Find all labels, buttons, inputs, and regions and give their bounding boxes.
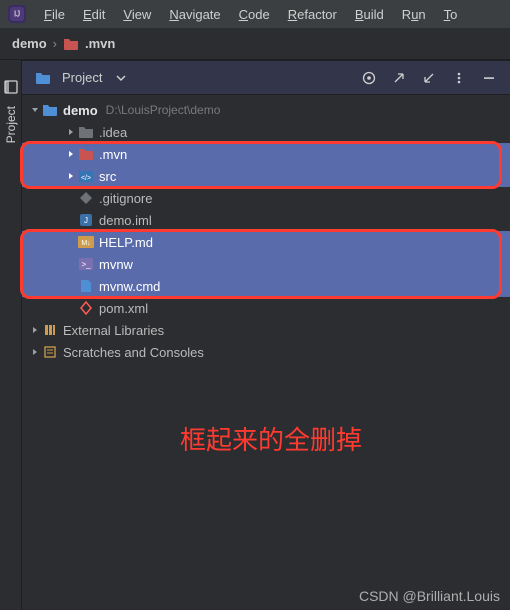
project-tool-label[interactable]: Project xyxy=(4,106,18,143)
panel-header: Project xyxy=(22,61,510,95)
tree-row[interactable]: </> src xyxy=(22,165,510,187)
tree-item-label: .mvn xyxy=(99,147,127,162)
tree-row[interactable]: M↓ HELP.md xyxy=(22,231,510,253)
pom-icon xyxy=(78,301,94,315)
tree-row[interactable]: .mvn xyxy=(22,143,510,165)
tree-item-label: mvnw.cmd xyxy=(99,279,160,294)
tree-row[interactable]: demo D:\LouisProject\demo xyxy=(22,99,510,121)
tree-item-label: pom.xml xyxy=(99,301,148,316)
tree-item-label: .gitignore xyxy=(99,191,152,206)
breadcrumb-current[interactable]: .mvn xyxy=(85,36,115,51)
tree-item-label: src xyxy=(99,169,116,184)
tree-item-label: Scratches and Consoles xyxy=(63,345,204,360)
svg-text:</>: </> xyxy=(81,175,91,182)
app-icon: IJ xyxy=(8,5,26,23)
menu-item[interactable]: Build xyxy=(355,7,384,22)
libraries-icon xyxy=(42,323,58,337)
tree-row[interactable]: External Libraries xyxy=(22,319,510,341)
disclosure-arrow[interactable] xyxy=(64,125,78,139)
tree-item-label: HELP.md xyxy=(99,235,153,250)
disclosure-arrow[interactable] xyxy=(64,169,78,183)
tree-row[interactable]: Jdemo.iml xyxy=(22,209,510,231)
collapse-all-icon[interactable] xyxy=(418,67,440,89)
svg-text:IJ: IJ xyxy=(14,10,20,19)
breadcrumb-separator: › xyxy=(53,36,57,51)
tree-item-label: External Libraries xyxy=(63,323,164,338)
project-view-icon[interactable] xyxy=(32,67,54,89)
terminal-icon: >_ xyxy=(78,257,94,271)
tree-row[interactable]: .gitignore xyxy=(22,187,510,209)
project-tool-icon[interactable] xyxy=(4,80,18,94)
iml-icon: J xyxy=(78,213,94,227)
breadcrumb: demo › .mvn xyxy=(0,28,510,60)
disclosure-arrow[interactable] xyxy=(64,147,78,161)
file-blue-icon xyxy=(78,279,94,293)
tree-row[interactable]: pom.xml xyxy=(22,297,510,319)
folder-red-icon xyxy=(78,147,94,161)
view-chooser-dropdown[interactable] xyxy=(110,67,132,89)
tree-item-label: demo xyxy=(63,103,98,118)
md-icon: M↓ xyxy=(78,235,94,249)
hide-panel-icon[interactable] xyxy=(478,67,500,89)
menu-item[interactable]: Edit xyxy=(83,7,105,22)
folder-dark-icon xyxy=(78,125,94,139)
disclosure-arrow[interactable] xyxy=(64,235,78,249)
disclosure-arrow[interactable] xyxy=(28,103,42,117)
disclosure-arrow[interactable] xyxy=(64,301,78,315)
tree-row[interactable]: >_ mvnw xyxy=(22,253,510,275)
disclosure-arrow[interactable] xyxy=(64,257,78,271)
panel-title: Project xyxy=(62,70,102,85)
breadcrumb-root[interactable]: demo xyxy=(12,36,47,51)
gitignore-icon xyxy=(78,191,94,205)
tree-item-label: mvnw xyxy=(99,257,133,272)
folder-icon xyxy=(63,37,79,51)
menubar: IJ File Edit View Navigate Code Refactor Build… xyxy=(0,0,510,28)
watermark: CSDN @Brilliant.Louis xyxy=(359,588,500,604)
annotation-text: 框起来的全删掉 xyxy=(180,420,362,457)
menu-item[interactable]: To xyxy=(444,7,458,22)
src-folder-icon: </> xyxy=(78,169,94,183)
expand-all-icon[interactable] xyxy=(388,67,410,89)
svg-text:J: J xyxy=(84,216,88,225)
menu-item[interactable]: Run xyxy=(402,7,426,22)
tool-window-bar: Project xyxy=(0,60,22,610)
project-panel: Project demoD:\LouisProject\demo.idea.mv xyxy=(22,60,510,610)
svg-text:>_: >_ xyxy=(81,260,91,269)
svg-text:M↓: M↓ xyxy=(81,240,90,247)
disclosure-arrow[interactable] xyxy=(28,345,42,359)
select-opened-file-icon[interactable] xyxy=(358,67,380,89)
panel-options-icon[interactable] xyxy=(448,67,470,89)
tree-item-label: .idea xyxy=(99,125,127,140)
tree-item-hint: D:\LouisProject\demo xyxy=(106,103,221,117)
tree-row[interactable]: Scratches and Consoles xyxy=(22,341,510,363)
project-tree[interactable]: demo D:\LouisProject\demo .idea .mvn </> src.… xyxy=(22,95,510,610)
scratches-icon xyxy=(42,345,58,359)
menu-item[interactable]: File xyxy=(44,7,65,22)
tree-item-label: demo.iml xyxy=(99,213,152,228)
tree-row[interactable]: .idea xyxy=(22,121,510,143)
disclosure-arrow[interactable] xyxy=(64,279,78,293)
disclosure-arrow[interactable] xyxy=(28,323,42,337)
module-folder-icon xyxy=(42,103,58,117)
menu-item[interactable]: Navigate xyxy=(169,7,220,22)
menu-item[interactable]: Code xyxy=(239,7,270,22)
disclosure-arrow[interactable] xyxy=(64,213,78,227)
tree-row[interactable]: mvnw.cmd xyxy=(22,275,510,297)
disclosure-arrow[interactable] xyxy=(64,191,78,205)
menu-item[interactable]: View xyxy=(123,7,151,22)
menu-item[interactable]: Refactor xyxy=(288,7,337,22)
